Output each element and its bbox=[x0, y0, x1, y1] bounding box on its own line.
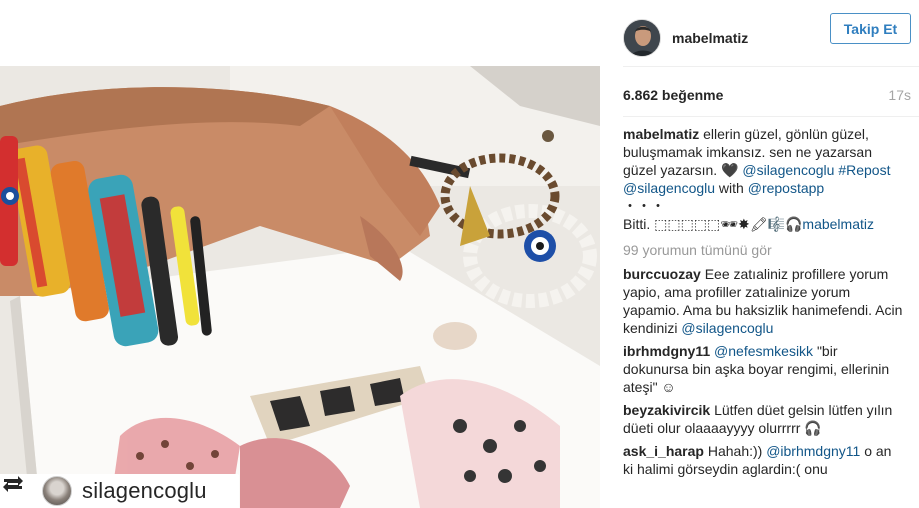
mention-link[interactable]: @silagencoglu bbox=[623, 180, 715, 196]
view-all-comments-link[interactable]: 99 yorumun tümünü gör bbox=[623, 241, 903, 259]
list-item: ibrhmdgny11 @nefesmkesikk "bir dokunursa… bbox=[623, 342, 903, 396]
photo-illustration bbox=[0, 66, 600, 508]
caption-text: with bbox=[715, 180, 748, 196]
likes-count[interactable]: 6.862 beğenme bbox=[623, 87, 723, 103]
mention-link[interactable]: @ibrhmdgny11 bbox=[766, 443, 860, 459]
repost-icon bbox=[3, 476, 34, 503]
list-item: beyzakivircik Lütfen düet gelsin lütfen … bbox=[623, 401, 903, 437]
caption-dots: ・・・ bbox=[623, 198, 665, 214]
caption-emoji: ⬚⬚⬚⬚⬚🕶✸🖍🎼🎧 bbox=[654, 216, 803, 232]
post-header: mabelmatiz Takip Et bbox=[623, 10, 919, 66]
caption-username[interactable]: mabelmatiz bbox=[623, 126, 699, 142]
post-time[interactable]: 17s bbox=[888, 87, 911, 103]
post-username[interactable]: mabelmatiz bbox=[672, 30, 748, 46]
comment-username[interactable]: ask_i_harap bbox=[623, 443, 704, 459]
post-photo[interactable]: silagencoglu bbox=[0, 66, 600, 508]
repost-avatar bbox=[42, 476, 72, 506]
caption-text: Bitti. bbox=[623, 216, 655, 232]
comment-username[interactable]: ibrhmdgny11 bbox=[623, 343, 710, 359]
list-item: burccuozay Eee zatıaliniz profillere yor… bbox=[623, 265, 903, 337]
comment-text: Hahah:)) bbox=[707, 443, 767, 459]
post-details-panel: mabelmatiz Takip Et 6.862 beğenme 17s ma… bbox=[600, 0, 919, 508]
mention-link[interactable]: @nefesmkesikk bbox=[714, 343, 813, 359]
mention-link[interactable]: @silagencoglu bbox=[681, 320, 773, 336]
hashtag-link[interactable]: #Repost bbox=[838, 162, 890, 178]
likes-row: 6.862 beğenme 17s bbox=[623, 87, 911, 103]
divider bbox=[623, 66, 919, 67]
mention-link[interactable]: mabelmatiz bbox=[802, 216, 874, 232]
caption: mabelmatiz ellerin güzel, gönlün güzel, … bbox=[623, 125, 903, 233]
mention-link[interactable]: @repostapp bbox=[748, 180, 824, 196]
divider bbox=[623, 116, 919, 117]
repost-credit: silagencoglu bbox=[0, 474, 239, 508]
comment-username[interactable]: beyzakivircik bbox=[623, 402, 710, 418]
comments-list: mabelmatiz ellerin güzel, gönlün güzel, … bbox=[623, 125, 903, 483]
follow-button[interactable]: Takip Et bbox=[830, 13, 911, 44]
comment-username[interactable]: burccuozay bbox=[623, 266, 701, 282]
repost-username: silagencoglu bbox=[82, 478, 207, 503]
mention-link[interactable]: @silagencoglu bbox=[742, 162, 834, 178]
avatar[interactable] bbox=[623, 19, 661, 57]
list-item: ask_i_harap Hahah:)) @ibrhmdgny11 o an k… bbox=[623, 442, 903, 478]
